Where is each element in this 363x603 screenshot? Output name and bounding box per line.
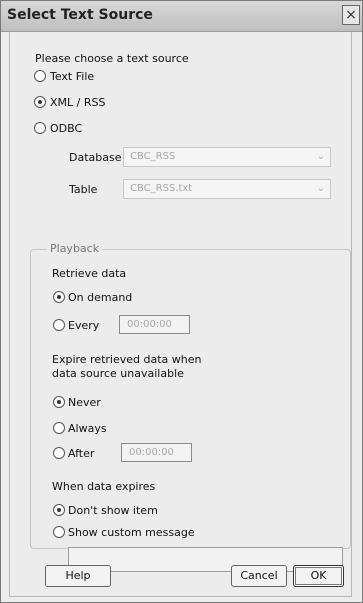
database-select[interactable]: CBC_RSS ⌄ <box>123 147 331 167</box>
radio-after[interactable] <box>53 447 65 459</box>
chevron-down-icon: ⌄ <box>316 151 326 162</box>
radio-every-label[interactable]: Every <box>68 319 99 332</box>
dialog-title: Select Text Source <box>7 7 153 23</box>
when-expires-label: When data expires <box>52 480 156 493</box>
radio-show-custom[interactable] <box>53 526 65 538</box>
every-time-value: 00:00:00 <box>127 319 172 330</box>
after-time-field[interactable]: 00:00:00 <box>121 443 192 462</box>
radio-odbc[interactable] <box>34 122 46 134</box>
select-text-source-dialog: Select Text Source × Please choose a tex… <box>0 0 363 603</box>
radio-on-demand[interactable] <box>53 291 65 303</box>
close-icon: × <box>345 7 357 23</box>
radio-dont-show[interactable] <box>53 504 65 516</box>
radio-every[interactable] <box>53 319 65 331</box>
table-select[interactable]: CBC_RSS.txt ⌄ <box>123 179 331 199</box>
cancel-button[interactable]: Cancel <box>231 565 287 587</box>
every-time-field[interactable]: 00:00:00 <box>119 315 190 334</box>
retrieve-data-label: Retrieve data <box>52 267 127 280</box>
help-button[interactable]: Help <box>45 565 111 587</box>
radio-never[interactable] <box>53 396 65 408</box>
expire-label-line1: Expire retrieved data when <box>52 353 202 366</box>
source-prompt: Please choose a text source <box>35 52 189 65</box>
radio-always-label[interactable]: Always <box>68 422 107 435</box>
expire-label-line2: data source unavailable <box>52 367 184 380</box>
radio-odbc-label[interactable]: ODBC <box>50 122 82 135</box>
radio-dont-show-label[interactable]: Don't show item <box>68 504 158 517</box>
after-time-value: 00:00:00 <box>129 447 174 458</box>
radio-xml-rss-label[interactable]: XML / RSS <box>50 96 105 109</box>
ok-button[interactable]: OK <box>293 565 344 587</box>
title-bar[interactable]: Select Text Source × <box>1 1 362 32</box>
radio-xml-rss[interactable] <box>34 96 46 108</box>
playback-legend: Playback <box>47 242 103 255</box>
radio-show-custom-label[interactable]: Show custom message <box>68 526 195 539</box>
table-value: CBC_RSS.txt <box>130 183 193 194</box>
radio-after-label[interactable]: After <box>68 447 94 460</box>
radio-always[interactable] <box>53 422 65 434</box>
close-button[interactable]: × <box>342 5 360 25</box>
radio-on-demand-label[interactable]: On demand <box>68 291 132 304</box>
radio-never-label[interactable]: Never <box>68 396 101 409</box>
database-label: Database <box>69 151 122 164</box>
database-value: CBC_RSS <box>130 151 176 162</box>
table-label: Table <box>69 183 98 196</box>
radio-text-file-label[interactable]: Text File <box>50 70 94 83</box>
chevron-down-icon: ⌄ <box>316 183 326 194</box>
radio-text-file[interactable] <box>34 70 46 82</box>
